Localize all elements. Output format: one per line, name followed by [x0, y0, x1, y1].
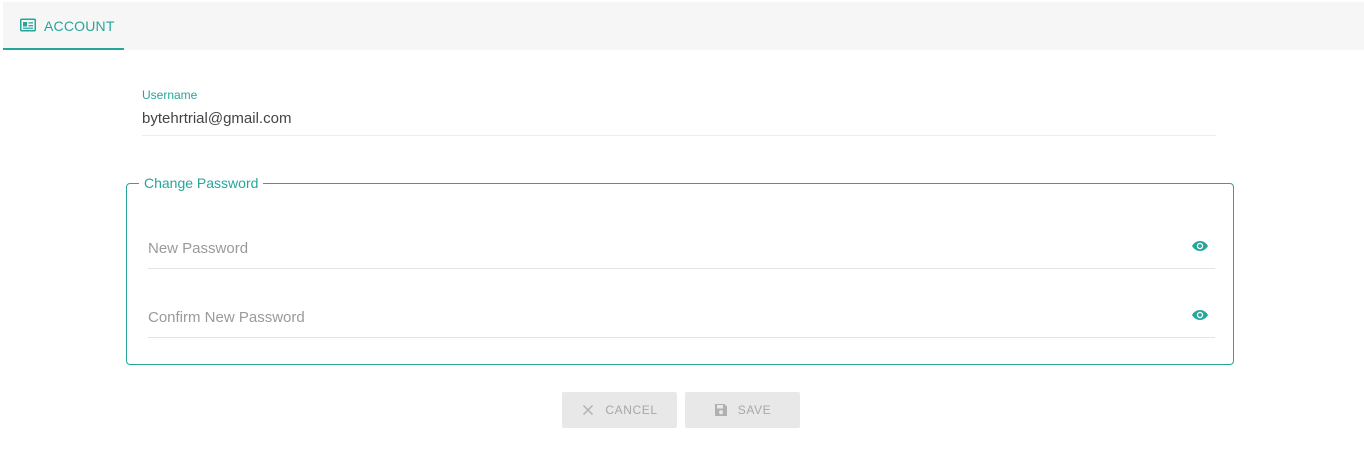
close-icon: [581, 403, 595, 417]
new-password-field: [148, 228, 1215, 269]
change-password-legend: Change Password: [144, 175, 259, 191]
new-password-input[interactable]: [148, 228, 1168, 268]
username-value: bytehrtrial@gmail.com: [142, 110, 292, 127]
username-label: Username: [142, 88, 198, 102]
eye-icon[interactable]: [1191, 308, 1209, 322]
username-field: Username bytehrtrial@gmail.com: [142, 88, 1216, 136]
tab-bar: ACCOUNT: [3, 2, 1364, 50]
id-card-icon: [20, 18, 36, 32]
save-button-label: SAVE: [737, 403, 772, 417]
confirm-password-field: [148, 297, 1215, 338]
cancel-button[interactable]: CANCEL: [562, 392, 677, 428]
tab-account[interactable]: ACCOUNT: [3, 2, 124, 50]
cancel-button-label: CANCEL: [605, 403, 658, 417]
confirm-password-input[interactable]: [148, 297, 1168, 337]
save-button[interactable]: SAVE: [685, 392, 800, 428]
eye-icon[interactable]: [1191, 239, 1209, 253]
save-icon: [714, 403, 728, 417]
tab-account-label: ACCOUNT: [44, 18, 115, 34]
